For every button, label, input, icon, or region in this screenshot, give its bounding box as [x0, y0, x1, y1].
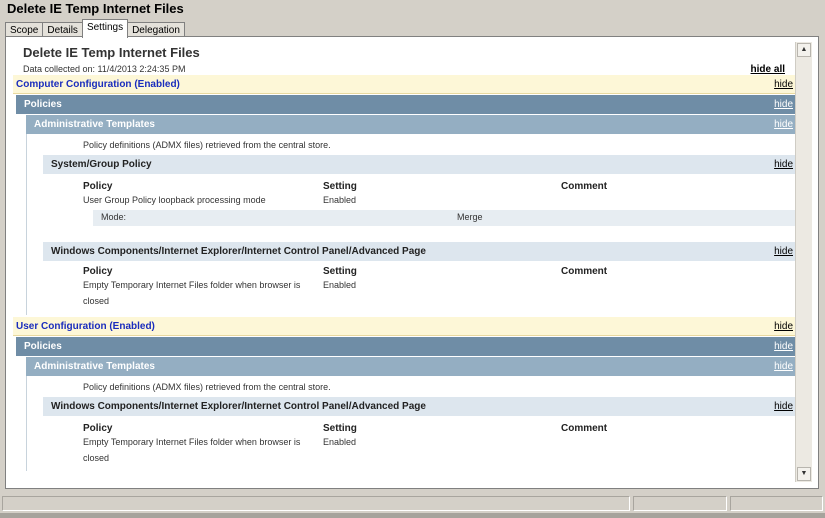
hide-all-link[interactable]: hide all — [751, 64, 785, 75]
computer-admx-note: Policy definitions (ADMX files) retrieve… — [83, 140, 331, 150]
loopback-policy-setting: Enabled — [323, 195, 357, 205]
mode-value: Merge — [457, 212, 483, 222]
computer-configuration-header[interactable]: Computer Configuration (Enabled) hide — [13, 75, 795, 94]
comment-column-header: Comment — [561, 266, 608, 277]
computer-admin-templates-hide-link[interactable]: hide — [774, 115, 793, 134]
user-empty-temp-files-policy-name-cont: closed — [83, 453, 110, 463]
policy-column-header: Policy — [83, 266, 113, 277]
status-segment-2 — [633, 496, 727, 511]
user-admx-note: Policy definitions (ADMX files) retrieve… — [83, 382, 331, 392]
computer-ie-advanced-page-header[interactable]: Windows Components/Internet Explorer/Int… — [43, 242, 795, 261]
up-arrow-icon[interactable]: ▲ — [797, 43, 811, 57]
computer-configuration-hide-link[interactable]: hide — [774, 75, 793, 94]
computer-admin-templates-label: Administrative Templates — [34, 119, 155, 130]
comment-column-header: Comment — [561, 181, 608, 192]
status-bar — [0, 496, 825, 513]
user-ie-advanced-page-header[interactable]: Windows Components/Internet Explorer/Int… — [43, 397, 795, 416]
loopback-mode-row: Mode: Merge — [93, 210, 795, 226]
user-admin-templates-hide-link[interactable]: hide — [774, 357, 793, 376]
settings-panel: Delete IE Temp Internet Files Data colle… — [5, 36, 819, 489]
user-policies-hide-link[interactable]: hide — [774, 337, 793, 356]
data-collected-text: Data collected on: 11/4/2013 2:24:35 PM — [23, 64, 186, 74]
user-policies-header[interactable]: Policies hide — [16, 337, 795, 356]
computer-policies-header[interactable]: Policies hide — [16, 95, 795, 114]
user-admin-templates-label: Administrative Templates — [34, 361, 155, 372]
computer-policies-hide-link[interactable]: hide — [774, 95, 793, 114]
computer-ie-advanced-page-label: Windows Components/Internet Explorer/Int… — [51, 246, 426, 257]
computer-policies-label: Policies — [24, 99, 62, 110]
user-admin-templates-header[interactable]: Administrative Templates hide — [26, 357, 795, 376]
down-arrow-icon[interactable]: ▼ — [797, 467, 811, 481]
empty-temp-files-policy-setting: Enabled — [323, 280, 357, 290]
bottom-frame — [0, 513, 825, 518]
tab-strip: Scope Details Settings Delegation — [5, 19, 185, 38]
policy-column-header: Policy — [83, 181, 113, 192]
setting-column-header: Setting — [323, 181, 357, 192]
admin-left-border — [26, 134, 27, 315]
comment-column-header: Comment — [561, 423, 608, 434]
tab-settings[interactable]: Settings — [81, 19, 129, 38]
policy-column-header: Policy — [83, 423, 113, 434]
report-title: Delete IE Temp Internet Files — [23, 45, 200, 60]
empty-temp-files-policy-name: Empty Temporary Internet Files folder wh… — [83, 280, 301, 290]
system-group-policy-hide-link[interactable]: hide — [774, 155, 793, 174]
user-empty-temp-files-policy-name: Empty Temporary Internet Files folder wh… — [83, 437, 301, 447]
settings-report: Delete IE Temp Internet Files Data colle… — [13, 42, 795, 482]
user-empty-temp-files-policy-setting: Enabled — [323, 437, 357, 447]
status-segment-main — [2, 496, 630, 511]
computer-configuration-label: Computer Configuration (Enabled) — [16, 79, 180, 90]
setting-column-header: Setting — [323, 266, 357, 277]
window-title: Delete IE Temp Internet Files — [7, 1, 184, 16]
status-segment-3 — [730, 496, 823, 511]
user-ie-advanced-page-label: Windows Components/Internet Explorer/Int… — [51, 401, 426, 412]
vertical-scrollbar[interactable]: ▲ ▼ — [795, 42, 812, 482]
user-admin-left-border — [26, 376, 27, 471]
user-configuration-hide-link[interactable]: hide — [774, 317, 793, 336]
user-configuration-header[interactable]: User Configuration (Enabled) hide — [13, 317, 795, 336]
computer-ie-advanced-page-hide-link[interactable]: hide — [774, 242, 793, 261]
computer-admin-templates-header[interactable]: Administrative Templates hide — [26, 115, 795, 134]
system-group-policy-header[interactable]: System/Group Policy hide — [43, 155, 795, 174]
empty-temp-files-policy-name-cont: closed — [83, 296, 110, 306]
system-group-policy-label: System/Group Policy — [51, 159, 152, 170]
user-configuration-label: User Configuration (Enabled) — [16, 321, 155, 332]
setting-column-header: Setting — [323, 423, 357, 434]
mode-label: Mode: — [101, 212, 127, 222]
user-policies-label: Policies — [24, 341, 62, 352]
loopback-policy-name: User Group Policy loopback processing mo… — [83, 195, 266, 205]
user-ie-advanced-page-hide-link[interactable]: hide — [774, 397, 793, 416]
